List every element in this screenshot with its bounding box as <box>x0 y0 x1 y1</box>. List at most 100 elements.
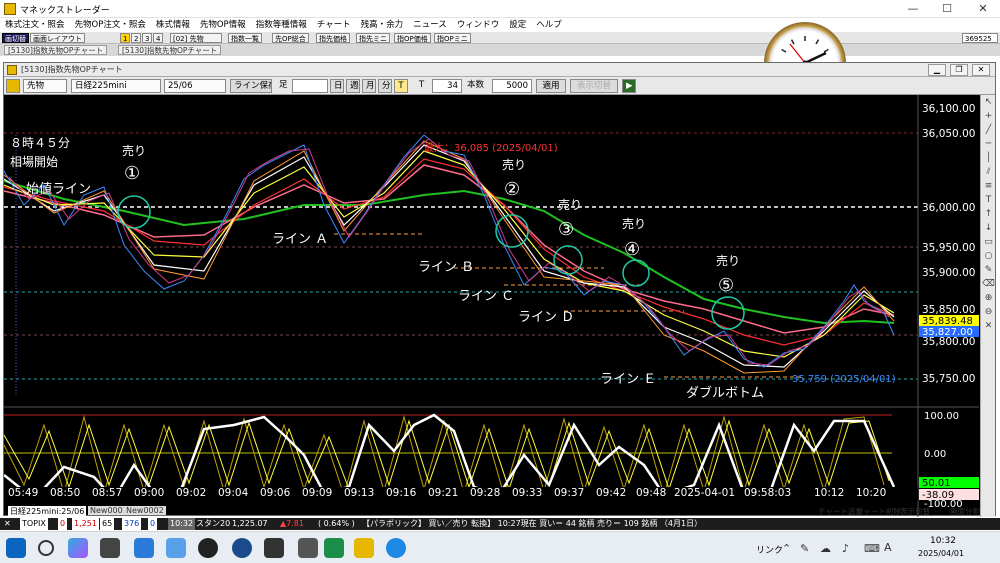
chart-link-icon[interactable] <box>6 79 20 93</box>
app-icon-1[interactable] <box>198 538 218 558</box>
pen-icon[interactable]: ✎ <box>800 542 809 555</box>
bottom-tab-active[interactable]: 日経225mini:25/06 <box>8 506 87 517</box>
display-toggle-button[interactable]: 表示切替 <box>570 79 618 93</box>
mdi-tab-chart-1[interactable]: [5130]指数先物OPチャート <box>4 45 108 55</box>
page-button-4[interactable]: 4 <box>153 33 164 43</box>
period-tick-button[interactable]: T <box>394 79 408 93</box>
arrow-up-tool-icon[interactable]: ↑ <box>981 207 996 221</box>
edge-icon[interactable] <box>386 538 406 558</box>
chart-canvas[interactable]: 最大：36,085 (2025/04/01) 35,759 (2025/04/0… <box>3 95 980 517</box>
toolbar-button-futures-mini[interactable]: 指先ミニ <box>356 33 390 43</box>
page-button-2[interactable]: 2 <box>131 33 142 43</box>
menu-item-stock-order[interactable]: 株式注文・照会 <box>0 18 70 32</box>
start-icon[interactable] <box>6 538 26 558</box>
time-tick: 09:16 <box>386 487 417 499</box>
rectangle-tool-icon[interactable]: ▭ <box>981 235 996 249</box>
mdi-tab-chart-2[interactable]: [5130]指数先物OPチャート <box>118 45 222 55</box>
search-icon[interactable] <box>38 540 54 556</box>
tick-count-input[interactable]: 34 <box>432 79 462 93</box>
layout-select[interactable]: [02] 先物 <box>170 33 222 43</box>
ime-indicator[interactable]: A <box>884 541 892 554</box>
eraser-tool-icon[interactable]: ⌫ <box>981 277 996 291</box>
circle-tool-icon[interactable]: ○ <box>981 249 996 263</box>
menu-item-futop-order[interactable]: 先物OP注文・照会 <box>70 18 151 32</box>
trader-icon[interactable] <box>354 538 374 558</box>
arrow-down-tool-icon[interactable]: ↓ <box>981 221 996 235</box>
screen-switch-button[interactable]: 画切替 <box>2 33 29 43</box>
store-icon[interactable] <box>166 538 186 558</box>
period-minute-button[interactable]: 分 <box>378 79 392 93</box>
hline-tool-icon[interactable]: ─ <box>981 137 996 151</box>
line-save-button[interactable]: ライン保存 <box>230 79 272 93</box>
annotation-sell-2: 売り <box>502 157 526 172</box>
price-chart[interactable]: 最大：36,085 (2025/04/01) 35,759 (2025/04/0… <box>3 95 995 517</box>
widgets-icon[interactable] <box>134 538 154 558</box>
app-icon-4[interactable] <box>298 538 318 558</box>
task-view-icon[interactable] <box>100 538 120 558</box>
crosshair-tool-icon[interactable]: + <box>981 109 996 123</box>
toolbar-button-op-price[interactable]: 指OP価格 <box>394 33 431 43</box>
period-month-button[interactable]: 月 <box>362 79 376 93</box>
layout-button[interactable]: 画面レイアウト <box>30 33 85 43</box>
menu-item-news[interactable]: ニュース <box>408 18 452 32</box>
pen-tool-icon[interactable]: ✎ <box>981 263 996 277</box>
sound-icon[interactable]: ♪ <box>842 542 849 555</box>
taskbar-date[interactable]: 2025/04/01 <box>918 549 964 558</box>
cursor-tool-icon[interactable]: ↖ <box>981 95 996 109</box>
vline-tool-icon[interactable]: │ <box>981 151 996 165</box>
monex-icon[interactable] <box>324 538 344 558</box>
expand-arrow-icon[interactable]: ▶ <box>622 79 636 93</box>
page-button-1[interactable]: 1 <box>120 33 131 43</box>
ticker-close-icon[interactable]: ✕ <box>4 518 11 530</box>
menu-item-stock-info[interactable]: 株式情報 <box>151 18 195 32</box>
menu-item-help[interactable]: ヘルプ <box>531 18 567 32</box>
maximize-button[interactable]: ☐ <box>930 0 964 18</box>
toolbar-button-futop-summary[interactable]: 先OP総合 <box>272 33 309 43</box>
copilot-icon[interactable] <box>68 538 88 558</box>
chart-bottom-tabs: 日経225mini:25/06 New0001 New0002 チャート追加 チ… <box>0 506 1000 517</box>
toggle-view-button[interactable]: 表示切替 <box>900 506 930 517</box>
toolbar-button-index-list[interactable]: 指数一覧 <box>228 33 262 43</box>
menu-item-chart[interactable]: チャート <box>312 18 356 32</box>
menu-item-balance[interactable]: 残高・余力 <box>356 18 409 32</box>
fibonacci-tool-icon[interactable]: ≡ <box>981 179 996 193</box>
period-week-button[interactable]: 週 <box>346 79 360 93</box>
bar-count-input[interactable]: 5000 <box>492 79 532 93</box>
menu-item-window[interactable]: ウィンドウ <box>452 18 505 32</box>
symbol-select[interactable]: 日経225mini <box>71 79 161 93</box>
split-view-button[interactable]: 画面分割 <box>950 506 980 517</box>
chart-minimize-button[interactable]: ▁ <box>928 64 946 76</box>
chart-close-button[interactable]: ✕ <box>972 64 990 76</box>
contract-select[interactable]: 25/06 <box>164 79 226 93</box>
channel-tool-icon[interactable]: ⫽ <box>981 165 996 179</box>
page-button-3[interactable]: 3 <box>142 33 153 43</box>
line-tool-icon[interactable]: ╱ <box>981 123 996 137</box>
product-select[interactable]: 先物 <box>23 79 67 93</box>
app-icon-2[interactable] <box>232 538 252 558</box>
zoom-in-icon[interactable]: ⊕ <box>981 291 996 305</box>
ashi-input[interactable] <box>292 79 328 93</box>
app-icon-3[interactable] <box>264 538 284 558</box>
ticker-news[interactable]: 【パラボリック】 買い／売り 転換】 10:27現在 買い＝ 44 銘柄 売り＝… <box>362 518 702 530</box>
taskbar-time[interactable]: 10:32 <box>930 536 956 546</box>
menu-item-futop-info[interactable]: 先物OP情報 <box>195 18 251 32</box>
close-button[interactable]: ✕ <box>966 0 1000 18</box>
menu-item-index-info[interactable]: 指数等種情報 <box>251 18 312 32</box>
toolbar-button-op-mini[interactable]: 指OPミニ <box>434 33 471 43</box>
zoom-out-icon[interactable]: ⊖ <box>981 305 996 319</box>
minimize-button[interactable]: — <box>896 0 930 18</box>
delete-chart-button[interactable]: チャート削除 <box>856 506 901 517</box>
keyboard-icon[interactable]: ⌨ <box>864 542 880 555</box>
bottom-tab-new2[interactable]: New0002 <box>124 506 166 515</box>
code-input[interactable]: 369525 <box>962 33 998 43</box>
toolbar-button-futures-price[interactable]: 指先価格 <box>316 33 350 43</box>
delete-tool-icon[interactable]: ✕ <box>981 319 996 333</box>
chevron-up-icon[interactable]: ⌃ <box>782 542 791 555</box>
period-day-button[interactable]: 日 <box>330 79 344 93</box>
cloud-icon[interactable]: ☁ <box>820 542 831 555</box>
chart-restore-button[interactable]: ❐ <box>950 64 968 76</box>
text-tool-icon[interactable]: T <box>981 193 996 207</box>
menu-item-settings[interactable]: 設定 <box>504 18 531 32</box>
taskbar-link-label[interactable]: リンク <box>756 543 783 556</box>
apply-button[interactable]: 適用 <box>536 79 566 93</box>
